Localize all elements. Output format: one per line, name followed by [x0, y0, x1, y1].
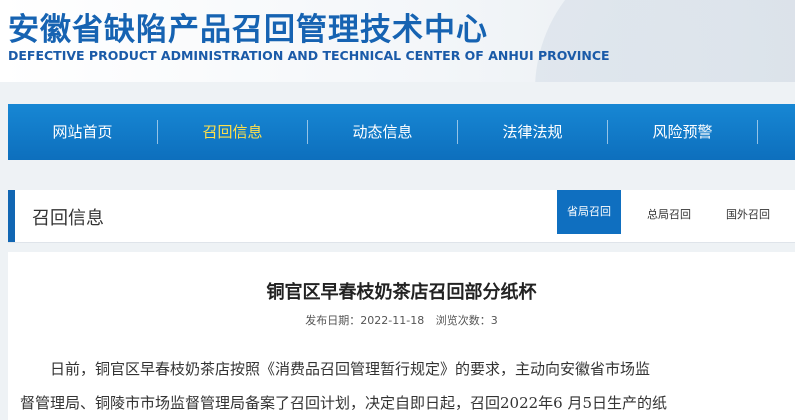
tab-foreign-recall[interactable]: 国外召回: [718, 202, 778, 228]
article-meta: 发布日期：2022-11-18 浏览次数：3: [8, 312, 795, 328]
tab-provincial-recall[interactable]: 省局召回: [557, 190, 621, 234]
site-title: 安徽省缺陷产品召回管理技术中心: [8, 12, 488, 48]
views-value: 3: [490, 314, 498, 327]
publish-value: 2022-11-18: [360, 314, 425, 327]
section-accent-bar: [8, 190, 15, 242]
publish-date: 发布日期：2022-11-18: [305, 314, 424, 327]
article-title: 铜官区早春枝奶茶店召回部分纸杯: [266, 282, 537, 303]
globe-decoration: [535, 0, 795, 82]
nav-divider: [757, 120, 758, 144]
main-nav: 网站首页 召回信息 动态信息 法律法规 风险预警: [8, 104, 795, 160]
body-line: 督管理局、铜陵市市场监督管理局备案了召回计划，决定自即日起，召回2022年6 月…: [20, 394, 668, 412]
nav-item-laws[interactable]: 法律法规: [458, 104, 607, 160]
nav-item-recall-info[interactable]: 召回信息: [158, 104, 307, 160]
section-title: 召回信息: [32, 208, 104, 229]
nav-item-news[interactable]: 动态信息: [308, 104, 457, 160]
view-count: 浏览次数：3: [436, 314, 498, 327]
site-subtitle-en: DEFECTIVE PRODUCT ADMINISTRATION AND TEC…: [8, 48, 610, 63]
views-label: 浏览次数：: [435, 314, 491, 327]
body-line: 日前，铜官区早春枝奶茶店按照《消费品召回管理暂行规定》的要求，主动向安徽省市场监: [50, 360, 651, 378]
article-container: 铜官区早春枝奶茶店召回部分纸杯 发布日期：2022-11-18 浏览次数：3 日…: [8, 252, 795, 420]
article-body: 日前，铜官区早春枝奶茶店按照《消费品召回管理暂行规定》的要求，主动向安徽省市场监…: [20, 352, 795, 420]
publish-label: 发布日期：: [305, 314, 361, 327]
section-header: 召回信息 省局召回 总局召回 国外召回: [8, 190, 795, 243]
site-header: 安徽省缺陷产品召回管理技术中心 DEFECTIVE PRODUCT ADMINI…: [0, 0, 795, 82]
nav-item-home[interactable]: 网站首页: [8, 104, 157, 160]
tab-national-recall[interactable]: 总局召回: [639, 202, 699, 228]
nav-item-risk-alerts[interactable]: 风险预警: [608, 104, 757, 160]
